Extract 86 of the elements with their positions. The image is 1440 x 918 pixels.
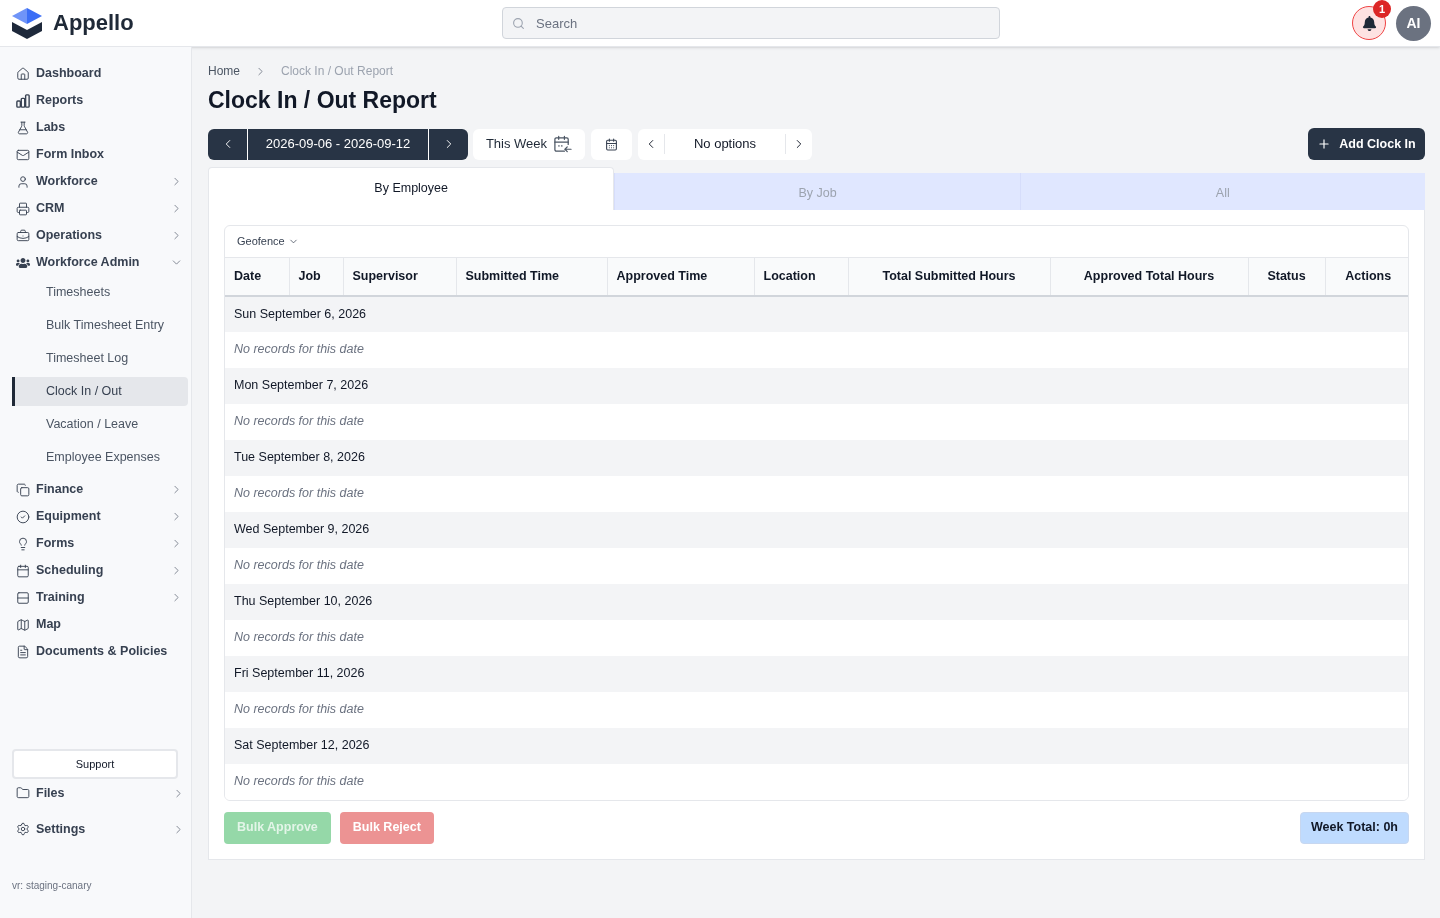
sidebar-subitem[interactable]: Timesheet Log bbox=[12, 344, 188, 373]
search-icon bbox=[512, 17, 525, 30]
column-header: Status bbox=[1248, 257, 1325, 296]
empty-message: No records for this date bbox=[225, 403, 1408, 440]
users-icon bbox=[16, 255, 30, 270]
sidebar-item[interactable]: Files bbox=[0, 780, 191, 806]
breadcrumb-link[interactable]: Home bbox=[208, 62, 240, 80]
date-group-header: Sun September 6, 2026 bbox=[225, 295, 1408, 332]
user-icon bbox=[16, 174, 30, 189]
sidebar-item[interactable]: CRM bbox=[0, 195, 191, 222]
view-tab[interactable]: By Employee bbox=[208, 167, 615, 210]
sidebar-item[interactable]: Operations bbox=[0, 222, 191, 249]
sidebar-item[interactable]: Documents & Policies bbox=[0, 638, 191, 665]
sidebar-subitem[interactable]: Vacation / Leave bbox=[12, 410, 188, 439]
sidebar-item[interactable]: Scheduling bbox=[0, 557, 191, 584]
folder-icon bbox=[16, 786, 30, 800]
sidebar-item[interactable]: Workforce Admin bbox=[0, 249, 191, 276]
sidebar-item[interactable]: Form Inbox bbox=[0, 141, 191, 168]
sidebar-subitem[interactable]: Clock In / Out bbox=[12, 377, 188, 406]
column-header: Actions bbox=[1325, 257, 1408, 296]
sidebar-item[interactable]: Equipment bbox=[0, 503, 191, 530]
sidebar-item[interactable]: Settings bbox=[0, 816, 191, 842]
date-group-header: Mon September 7, 2026 bbox=[225, 367, 1408, 404]
calendar-icon bbox=[605, 137, 618, 151]
map-icon bbox=[16, 617, 30, 632]
bell-icon bbox=[1361, 15, 1377, 31]
sidebar-subitem[interactable]: Employee Expenses bbox=[12, 443, 188, 472]
printer-icon bbox=[16, 201, 30, 216]
app-name: Appello bbox=[53, 12, 134, 34]
lightbulb-icon bbox=[16, 536, 30, 551]
briefcase-icon bbox=[16, 228, 30, 243]
date-group-header: Fri September 11, 2026 bbox=[225, 655, 1408, 692]
flask-icon bbox=[16, 120, 30, 135]
sidebar-item[interactable]: Finance bbox=[0, 476, 191, 503]
date-group-header: Tue September 8, 2026 bbox=[225, 439, 1408, 476]
column-header: Submitted Time bbox=[456, 257, 607, 296]
user-avatar[interactable]: AI bbox=[1396, 5, 1431, 41]
column-header: Approved Time bbox=[607, 257, 754, 296]
sidebar-item[interactable]: Dashboard bbox=[0, 60, 191, 87]
calendar-icon bbox=[16, 563, 30, 578]
date-range-label: 2026-09-06 - 2026-09-12 bbox=[264, 135, 412, 154]
column-header: Approved Total Hours bbox=[1050, 257, 1248, 296]
document-icon bbox=[16, 644, 30, 659]
date-group-header: Thu September 10, 2026 bbox=[225, 583, 1408, 620]
empty-message: No records for this date bbox=[225, 475, 1408, 512]
empty-message: No records for this date bbox=[225, 547, 1408, 584]
column-header: Job bbox=[289, 257, 343, 296]
notification-badge: 1 bbox=[1373, 0, 1391, 18]
calendar-button[interactable] bbox=[591, 128, 632, 160]
option-picker-value: No options bbox=[692, 135, 758, 154]
check-circle-icon bbox=[16, 509, 30, 524]
sidebar-subitem[interactable]: Bulk Timesheet Entry bbox=[12, 311, 188, 340]
search-field[interactable]: Search bbox=[502, 7, 1000, 39]
date-group-header: Sat September 12, 2026 bbox=[225, 727, 1408, 764]
stacked-rows-icon bbox=[16, 590, 30, 605]
sidebar-item[interactable]: Map bbox=[0, 611, 191, 638]
empty-message: No records for this date bbox=[225, 691, 1408, 728]
add-clock-in-button[interactable]: Add Clock In bbox=[1308, 128, 1425, 160]
mail-icon bbox=[16, 147, 30, 162]
column-header: Total Submitted Hours bbox=[848, 257, 1050, 296]
date-group-header: Wed September 9, 2026 bbox=[225, 511, 1408, 548]
empty-message: No records for this date bbox=[225, 331, 1408, 368]
logo-icon bbox=[12, 7, 42, 39]
version-label: vr: staging-canary bbox=[11, 879, 93, 893]
sidebar-item[interactable]: Forms bbox=[0, 530, 191, 557]
calendar-arrow-icon bbox=[553, 134, 573, 154]
sidebar-item[interactable]: Reports bbox=[0, 87, 191, 114]
column-header: Supervisor bbox=[343, 257, 456, 296]
geofence-filter[interactable]: Geofence bbox=[237, 233, 299, 250]
plus-icon bbox=[1317, 137, 1332, 151]
support-button[interactable]: Support bbox=[12, 749, 178, 779]
bar-chart-icon bbox=[16, 93, 30, 108]
settings-icon bbox=[16, 822, 30, 836]
column-header: Location bbox=[754, 257, 848, 296]
column-header: Date bbox=[225, 257, 289, 296]
sidebar-item[interactable]: Training bbox=[0, 584, 191, 611]
empty-message: No records for this date bbox=[225, 619, 1408, 656]
page-title: Clock In / Out Report bbox=[208, 86, 438, 115]
week-total-badge: Week Total: 0h bbox=[1299, 811, 1409, 844]
sidebar-item[interactable]: Labs bbox=[0, 114, 191, 141]
this-week-button[interactable]: This Week bbox=[473, 128, 585, 160]
house-icon bbox=[16, 66, 30, 81]
empty-message: No records for this date bbox=[225, 763, 1408, 800]
sidebar-subitem[interactable]: Timesheets bbox=[12, 278, 188, 307]
sidebar-item[interactable]: Workforce bbox=[0, 168, 191, 195]
pages-icon bbox=[16, 482, 30, 497]
